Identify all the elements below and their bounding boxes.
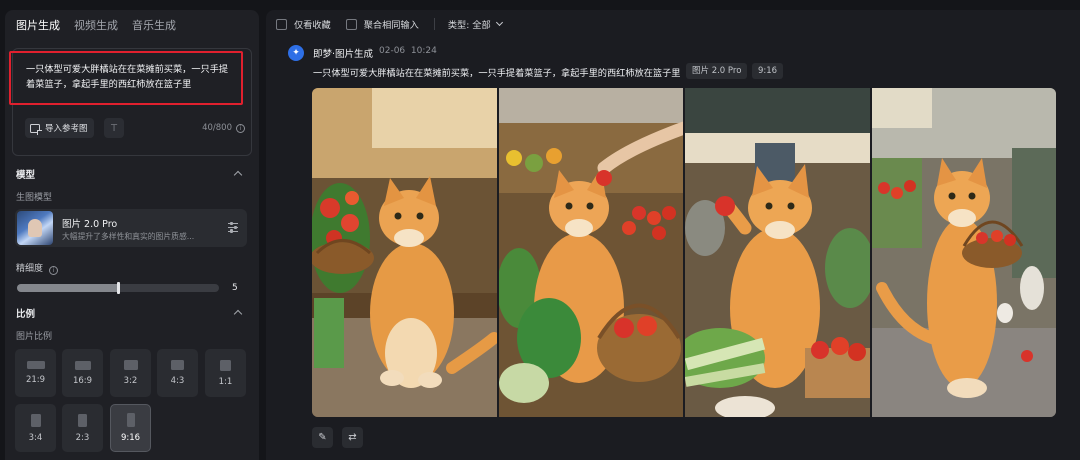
ratio-label: 1:1 xyxy=(218,376,233,387)
model-sub-label: 生图模型 xyxy=(16,193,53,203)
ratio-shape-icon xyxy=(26,361,45,369)
favorites-only-label: 仅看收藏 xyxy=(294,20,331,31)
model-section-title: 模型 xyxy=(16,170,36,181)
ratio-shape-icon xyxy=(123,360,138,370)
tab-image-generation[interactable]: 图片生成 xyxy=(16,17,60,33)
image-import-icon xyxy=(30,123,42,135)
ratio-option-9-16[interactable]: 9:16 xyxy=(110,404,151,452)
generation-title: 即梦·图片生成 xyxy=(313,49,374,60)
chevron-up-icon[interactable] xyxy=(233,309,243,319)
info-icon[interactable]: i xyxy=(236,123,245,133)
filter-toolbar: 仅看收藏 聚合相同输入 类型: 全部 xyxy=(276,17,517,31)
model-description: 大幅提升了多样性和真实的图片质感... xyxy=(62,232,195,241)
ratio-label: 3:2 xyxy=(123,376,138,386)
ratio-option-1-1[interactable]: 1:1 xyxy=(205,349,246,397)
ratio-option-4-3[interactable]: 4:3 xyxy=(157,349,198,397)
model-name: 图片 2.0 Pro xyxy=(62,219,118,230)
precision-label-text: 精细度 xyxy=(16,264,44,274)
prompt-counter-value: 40/800 xyxy=(202,123,232,133)
import-reference-label: 导入参考图 xyxy=(45,124,88,134)
prompt-counter: 40/800 i xyxy=(202,123,245,133)
merge-inputs-label: 聚合相同输入 xyxy=(363,20,419,31)
merge-checkbox[interactable] xyxy=(345,18,357,30)
type-filter-label: 类型: 全部 xyxy=(447,20,491,31)
ratio-option-3-2[interactable]: 3:2 xyxy=(110,349,151,397)
toolbar-divider xyxy=(433,18,435,30)
generation-tabs: 图片生成 视频生成 音乐生成 xyxy=(16,17,176,33)
favorites-only-toggle[interactable]: 仅看收藏 xyxy=(276,17,331,31)
ratio-option-2-3[interactable]: 2:3 xyxy=(62,404,103,452)
ratio-shape-icon xyxy=(74,360,91,370)
generation-prompt: 一只体型可爱大胖橘站在在菜摊前买菜，一只手提着菜篮子，拿起手里的西红柿放在篮子里 xyxy=(313,68,681,79)
ratio-sub-label: 图片比例 xyxy=(16,332,53,342)
precision-slider[interactable] xyxy=(17,282,219,294)
generation-time: 10:24 xyxy=(410,46,437,56)
regenerate-icon[interactable]: ⇄ xyxy=(342,427,363,448)
edit-icon[interactable]: ✎ xyxy=(312,427,333,448)
prompt-highlight-frame xyxy=(9,51,243,105)
generation-timestamp: 02-06 10:24 xyxy=(379,46,437,56)
ratio-section-title: 比例 xyxy=(16,309,36,320)
ratio-label: 9:16 xyxy=(120,433,141,443)
import-reference-button[interactable]: 导入参考图 xyxy=(25,118,94,138)
settings-sliders-icon[interactable] xyxy=(228,221,238,234)
precision-label: 精细度 i xyxy=(16,261,58,275)
chevron-down-icon xyxy=(495,18,503,27)
model-selector[interactable]: 图片 2.0 Pro 大幅提升了多样性和真实的图片质感... xyxy=(15,209,247,247)
result-image-3[interactable] xyxy=(685,88,870,417)
ratio-option-3-4[interactable]: 3:4 xyxy=(15,404,56,452)
result-image-4[interactable] xyxy=(871,88,1056,417)
ratio-label: 3:4 xyxy=(28,432,43,443)
ratio-option-21-9[interactable]: 21:9 xyxy=(15,349,56,397)
generation-date: 02-06 xyxy=(379,46,406,56)
text-icon[interactable]: T xyxy=(104,118,124,138)
ratio-shape-icon xyxy=(30,413,41,427)
ratio-label: 21:9 xyxy=(25,375,46,385)
left-panel: 图片生成 视频生成 音乐生成 一只体型可爱大胖橘站在在菜摊前买菜，一只手提着菜篮… xyxy=(5,10,259,460)
precision-value: 5 xyxy=(232,283,238,293)
info-icon[interactable]: i xyxy=(48,266,58,275)
ratio-label: 16:9 xyxy=(72,375,93,386)
tab-music-generation[interactable]: 音乐生成 xyxy=(132,17,176,33)
result-gallery xyxy=(312,88,1056,417)
results-panel: 仅看收藏 聚合相同输入 类型: 全部 ✦ 即梦·图片生成 02-06 10:24… xyxy=(266,10,1080,460)
merge-inputs-toggle[interactable]: 聚合相同输入 xyxy=(345,17,419,31)
type-filter-dropdown[interactable]: 类型: 全部 xyxy=(447,17,503,31)
jimeng-logo-icon: ✦ xyxy=(288,45,304,61)
chevron-up-icon[interactable] xyxy=(233,170,243,180)
ratio-label: 2:3 xyxy=(75,432,90,443)
favorites-checkbox[interactable] xyxy=(276,18,287,30)
precision-slider-handle[interactable] xyxy=(117,282,120,294)
tab-video-generation[interactable]: 视频生成 xyxy=(74,17,118,33)
ratio-shape-icon xyxy=(171,360,184,370)
ratio-tag: 9:16 xyxy=(752,63,784,79)
ratio-option-16-9[interactable]: 16:9 xyxy=(62,349,103,397)
model-thumbnail xyxy=(17,211,53,245)
result-image-2[interactable] xyxy=(498,88,683,417)
ratio-label: 4:3 xyxy=(170,376,185,386)
ratio-shape-icon xyxy=(78,413,87,427)
ratio-shape-icon xyxy=(126,413,135,427)
precision-slider-fill xyxy=(17,284,118,292)
ratio-shape-icon xyxy=(220,359,231,371)
result-image-1[interactable] xyxy=(312,88,497,417)
model-tag: 图片 2.0 Pro xyxy=(686,63,748,79)
